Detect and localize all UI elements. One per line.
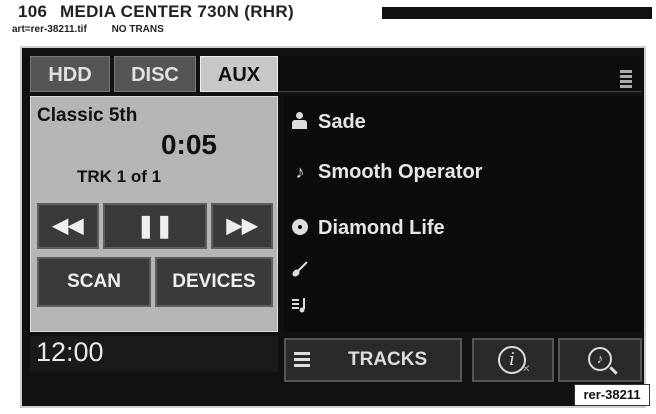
- page-number: 106: [18, 2, 48, 21]
- person-icon: [292, 112, 307, 129]
- cabinet-icon[interactable]: [620, 70, 632, 92]
- top-bar: [278, 56, 642, 92]
- rewind-button[interactable]: ◀◀: [37, 203, 99, 249]
- elapsed-time: 0:05: [160, 129, 217, 160]
- art-reference: art=rer-38211.tif NO TRANS: [12, 24, 164, 35]
- tab-disc[interactable]: DISC: [114, 56, 196, 92]
- tracks-label: TRACKS: [348, 349, 428, 370]
- trans-note: NO TRANS: [111, 24, 164, 35]
- playlist-icon: [290, 296, 310, 316]
- header-rule: [382, 7, 652, 19]
- info-button[interactable]: i ✕: [472, 338, 554, 382]
- art-code-label: rer-38211: [574, 384, 650, 406]
- list-icon: [294, 352, 310, 370]
- track-info-panel: Sade ♪ Smooth Operator Diamond Life: [284, 96, 642, 332]
- art-ref: art=rer-38211.tif: [12, 24, 87, 35]
- info-disabled-mark-icon: ✕: [522, 364, 531, 375]
- music-note-icon: ♪: [295, 162, 305, 182]
- album-title: Diamond Life: [318, 217, 445, 239]
- station-name: Classic 5th: [37, 105, 138, 126]
- song-row: ♪ Smooth Operator: [284, 158, 634, 188]
- fast-forward-icon: ▶▶: [226, 215, 258, 237]
- disc-icon: [292, 219, 308, 235]
- now-playing-panel: Classic 5th 0:05 TRK 1 of 1 ◀◀ ❚❚ ▶▶ SCA…: [30, 96, 278, 332]
- fast-forward-button[interactable]: ▶▶: [211, 203, 273, 249]
- devices-button[interactable]: DEVICES: [155, 257, 273, 307]
- pause-icon: ❚❚: [136, 213, 174, 238]
- page-title: MEDIA CENTER 730N (RHR): [60, 2, 294, 21]
- clock[interactable]: 12:00: [30, 336, 278, 372]
- tab-hdd[interactable]: HDD: [30, 56, 110, 92]
- rewind-icon: ◀◀: [52, 215, 84, 237]
- magnifier-handle: [609, 366, 618, 375]
- artist-name: Sade: [318, 111, 366, 133]
- playlist-row: [284, 292, 634, 322]
- browse-button[interactable]: ♪: [558, 338, 642, 382]
- album-row: Diamond Life: [284, 214, 634, 244]
- tab-aux[interactable]: AUX: [200, 56, 278, 92]
- tracks-button[interactable]: TRACKS: [284, 338, 462, 382]
- song-title: Smooth Operator: [318, 161, 483, 183]
- scan-button[interactable]: SCAN: [37, 257, 151, 307]
- page-header: 106 MEDIA CENTER 730N (RHR) art=rer-3821…: [6, 2, 656, 35]
- clock-time: 12:00: [36, 337, 104, 367]
- guitar-icon: [290, 260, 310, 280]
- radio-screen: HDD DISC AUX Classic 5th 0:05 TRK 1 of 1…: [20, 46, 646, 408]
- track-counter: TRK 1 of 1: [77, 167, 162, 186]
- pause-button[interactable]: ❚❚: [103, 203, 207, 249]
- artist-row: Sade: [284, 108, 634, 138]
- genre-row: [284, 256, 634, 286]
